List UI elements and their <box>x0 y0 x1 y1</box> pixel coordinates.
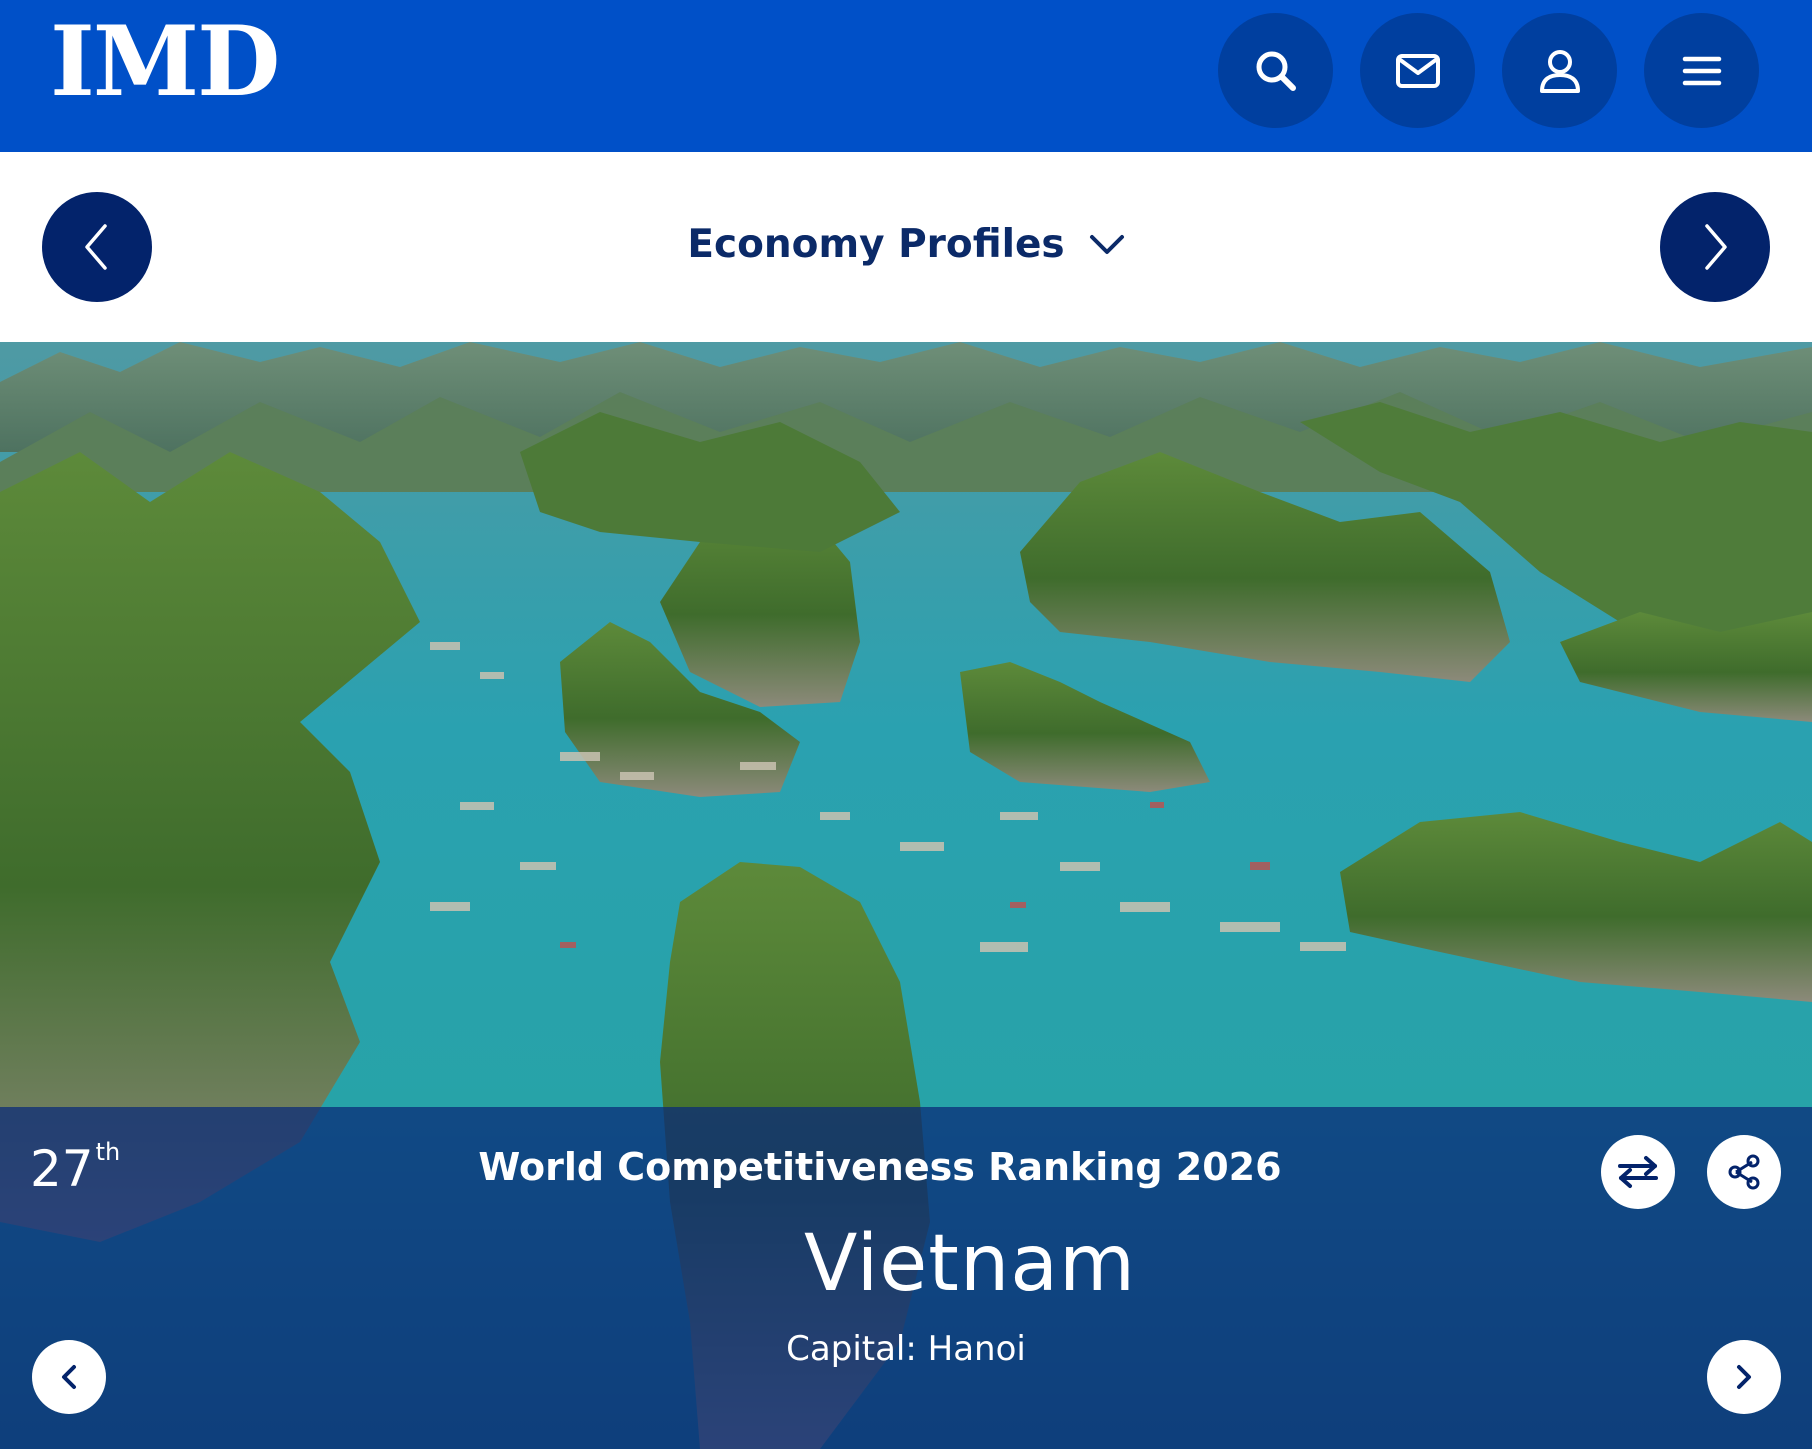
user-icon <box>1539 49 1580 93</box>
hamburger-icon <box>1682 56 1721 85</box>
mail-button[interactable] <box>1360 13 1475 128</box>
chevron-right-icon <box>1737 1365 1751 1389</box>
imd-logo[interactable]: IMD <box>50 14 280 110</box>
section-dropdown-label[interactable]: Economy Profiles <box>687 222 1064 267</box>
next-page-button[interactable] <box>1660 192 1770 302</box>
chevron-right-icon <box>1705 224 1727 270</box>
section-dropdown[interactable]: Economy Profiles <box>0 222 1812 267</box>
top-header: IMD <box>0 0 1812 152</box>
chevron-left-icon <box>62 1365 76 1389</box>
search-icon <box>1256 51 1296 91</box>
swap-arrows-icon <box>1618 1156 1658 1188</box>
next-country-button[interactable] <box>1707 1340 1781 1414</box>
search-button[interactable] <box>1218 13 1333 128</box>
ranking-title: World Competitiveness Ranking 2026 <box>478 1145 1282 1189</box>
previous-country-button[interactable] <box>32 1340 106 1414</box>
mail-icon <box>1395 53 1440 88</box>
share-icon <box>1728 1154 1760 1190</box>
chevron-down-icon[interactable] <box>1089 233 1125 257</box>
economy-profiles-nav: Economy Profiles <box>0 152 1812 342</box>
country-capital: Capital: Hanoi <box>786 1329 1026 1369</box>
compare-button[interactable] <box>1601 1135 1675 1209</box>
country-info-panel: 27th World Competitiveness Ranking 2026 … <box>0 1107 1812 1449</box>
menu-button[interactable] <box>1644 13 1759 128</box>
account-button[interactable] <box>1502 13 1617 128</box>
country-name: Vietnam <box>803 1219 1137 1309</box>
share-button[interactable] <box>1707 1135 1781 1209</box>
country-hero: 27th World Competitiveness Ranking 2026 … <box>0 342 1812 1449</box>
